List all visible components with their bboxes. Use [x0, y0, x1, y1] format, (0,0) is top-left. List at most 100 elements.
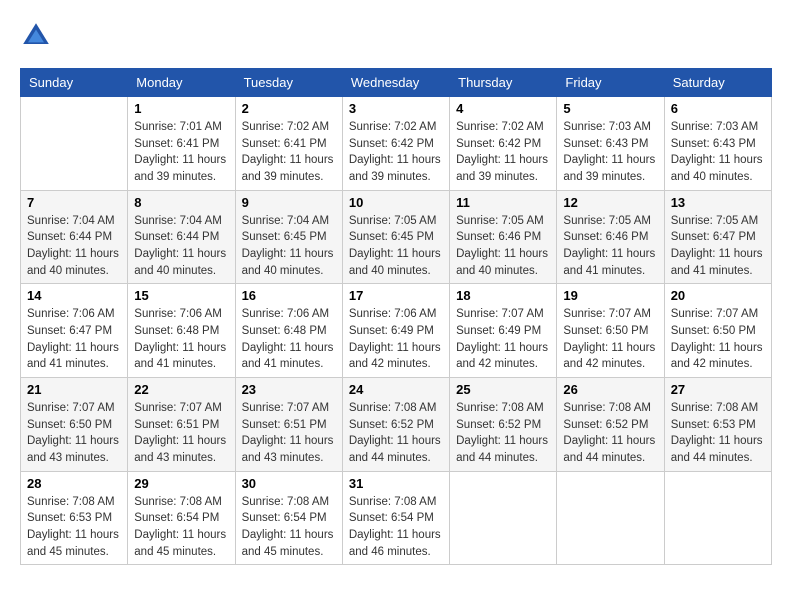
day-number: 25: [456, 382, 550, 397]
day-header-tuesday: Tuesday: [235, 69, 342, 97]
day-number: 27: [671, 382, 765, 397]
calendar-cell: [664, 471, 771, 565]
day-number: 31: [349, 476, 443, 491]
calendar-cell: 12 Sunrise: 7:05 AMSunset: 6:46 PMDayligh…: [557, 190, 664, 284]
day-header-monday: Monday: [128, 69, 235, 97]
calendar-cell: 21 Sunrise: 7:07 AMSunset: 6:50 PMDayligh…: [21, 378, 128, 472]
calendar-cell: 29 Sunrise: 7:08 AMSunset: 6:54 PMDayligh…: [128, 471, 235, 565]
day-info: Sunrise: 7:05 AMSunset: 6:46 PMDaylight:…: [563, 213, 657, 280]
calendar-cell: 2 Sunrise: 7:02 AMSunset: 6:41 PMDaylight…: [235, 97, 342, 191]
day-info: Sunrise: 7:06 AMSunset: 6:48 PMDaylight:…: [242, 306, 336, 373]
day-info: Sunrise: 7:08 AMSunset: 6:53 PMDaylight:…: [671, 400, 765, 467]
day-number: 15: [134, 288, 228, 303]
day-header-sunday: Sunday: [21, 69, 128, 97]
day-number: 20: [671, 288, 765, 303]
day-info: Sunrise: 7:03 AMSunset: 6:43 PMDaylight:…: [563, 119, 657, 186]
day-info: Sunrise: 7:03 AMSunset: 6:43 PMDaylight:…: [671, 119, 765, 186]
day-info: Sunrise: 7:05 AMSunset: 6:47 PMDaylight:…: [671, 213, 765, 280]
day-number: 17: [349, 288, 443, 303]
day-number: 4: [456, 101, 550, 116]
day-number: 30: [242, 476, 336, 491]
calendar-header-row: SundayMondayTuesdayWednesdayThursdayFrid…: [21, 69, 772, 97]
calendar-cell: [557, 471, 664, 565]
day-info: Sunrise: 7:05 AMSunset: 6:45 PMDaylight:…: [349, 213, 443, 280]
day-number: 21: [27, 382, 121, 397]
calendar-cell: 18 Sunrise: 7:07 AMSunset: 6:49 PMDayligh…: [450, 284, 557, 378]
calendar-cell: 24 Sunrise: 7:08 AMSunset: 6:52 PMDayligh…: [342, 378, 449, 472]
calendar-cell: 9Sunrise: 7:04 AMSunset: 6:45 PMDaylight…: [235, 190, 342, 284]
logo-icon: [20, 20, 52, 52]
day-info: Sunrise: 7:07 AMSunset: 6:49 PMDaylight:…: [456, 306, 550, 373]
day-info: Sunrise: 7:07 AMSunset: 6:50 PMDaylight:…: [27, 400, 121, 467]
calendar-table: SundayMondayTuesdayWednesdayThursdayFrid…: [20, 68, 772, 565]
day-number: 1: [134, 101, 228, 116]
day-number: 6: [671, 101, 765, 116]
day-number: 13: [671, 195, 765, 210]
day-number: 29: [134, 476, 228, 491]
day-info: Sunrise: 7:06 AMSunset: 6:49 PMDaylight:…: [349, 306, 443, 373]
day-number: 12: [563, 195, 657, 210]
day-info: Sunrise: 7:08 AMSunset: 6:54 PMDaylight:…: [242, 494, 336, 561]
day-number: 7: [27, 195, 121, 210]
day-info: Sunrise: 7:04 AMSunset: 6:44 PMDaylight:…: [27, 213, 121, 280]
calendar-cell: 11 Sunrise: 7:05 AMSunset: 6:46 PMDayligh…: [450, 190, 557, 284]
day-number: 28: [27, 476, 121, 491]
calendar-cell: 30 Sunrise: 7:08 AMSunset: 6:54 PMDayligh…: [235, 471, 342, 565]
day-info: Sunrise: 7:08 AMSunset: 6:52 PMDaylight:…: [456, 400, 550, 467]
day-number: 26: [563, 382, 657, 397]
calendar-cell: [21, 97, 128, 191]
calendar-cell: 15 Sunrise: 7:06 AMSunset: 6:48 PMDayligh…: [128, 284, 235, 378]
day-number: 24: [349, 382, 443, 397]
logo: [20, 20, 56, 52]
page-header: [20, 20, 772, 52]
day-header-wednesday: Wednesday: [342, 69, 449, 97]
day-info: Sunrise: 7:07 AMSunset: 6:50 PMDaylight:…: [671, 306, 765, 373]
day-info: Sunrise: 7:07 AMSunset: 6:51 PMDaylight:…: [134, 400, 228, 467]
day-header-saturday: Saturday: [664, 69, 771, 97]
day-info: Sunrise: 7:04 AMSunset: 6:45 PMDaylight:…: [242, 213, 336, 280]
day-header-friday: Friday: [557, 69, 664, 97]
calendar-cell: 16 Sunrise: 7:06 AMSunset: 6:48 PMDayligh…: [235, 284, 342, 378]
day-number: 23: [242, 382, 336, 397]
day-info: Sunrise: 7:05 AMSunset: 6:46 PMDaylight:…: [456, 213, 550, 280]
calendar-cell: 20 Sunrise: 7:07 AMSunset: 6:50 PMDayligh…: [664, 284, 771, 378]
day-info: Sunrise: 7:06 AMSunset: 6:48 PMDaylight:…: [134, 306, 228, 373]
day-number: 3: [349, 101, 443, 116]
day-info: Sunrise: 7:08 AMSunset: 6:52 PMDaylight:…: [349, 400, 443, 467]
day-number: 11: [456, 195, 550, 210]
day-info: Sunrise: 7:02 AMSunset: 6:42 PMDaylight:…: [349, 119, 443, 186]
calendar-cell: 17 Sunrise: 7:06 AMSunset: 6:49 PMDayligh…: [342, 284, 449, 378]
day-number: 2: [242, 101, 336, 116]
day-header-thursday: Thursday: [450, 69, 557, 97]
calendar-cell: 13 Sunrise: 7:05 AMSunset: 6:47 PMDayligh…: [664, 190, 771, 284]
day-info: Sunrise: 7:08 AMSunset: 6:52 PMDaylight:…: [563, 400, 657, 467]
calendar-cell: 27 Sunrise: 7:08 AMSunset: 6:53 PMDayligh…: [664, 378, 771, 472]
day-number: 16: [242, 288, 336, 303]
day-info: Sunrise: 7:07 AMSunset: 6:50 PMDaylight:…: [563, 306, 657, 373]
calendar-cell: 14 Sunrise: 7:06 AMSunset: 6:47 PMDayligh…: [21, 284, 128, 378]
calendar-cell: 7 Sunrise: 7:04 AMSunset: 6:44 PMDaylight…: [21, 190, 128, 284]
calendar-cell: 31Sunrise: 7:08 AMSunset: 6:54 PMDayligh…: [342, 471, 449, 565]
day-info: Sunrise: 7:04 AMSunset: 6:44 PMDaylight:…: [134, 213, 228, 280]
day-info: Sunrise: 7:08 AMSunset: 6:54 PMDaylight:…: [134, 494, 228, 561]
day-number: 19: [563, 288, 657, 303]
day-number: 18: [456, 288, 550, 303]
calendar-cell: 26 Sunrise: 7:08 AMSunset: 6:52 PMDayligh…: [557, 378, 664, 472]
day-info: Sunrise: 7:06 AMSunset: 6:47 PMDaylight:…: [27, 306, 121, 373]
day-info: Sunrise: 7:07 AMSunset: 6:51 PMDaylight:…: [242, 400, 336, 467]
calendar-cell: 25 Sunrise: 7:08 AMSunset: 6:52 PMDayligh…: [450, 378, 557, 472]
day-info: Sunrise: 7:01 AMSunset: 6:41 PMDaylight:…: [134, 119, 228, 186]
calendar-cell: [450, 471, 557, 565]
calendar-cell: 5Sunrise: 7:03 AMSunset: 6:43 PMDaylight…: [557, 97, 664, 191]
calendar-cell: 28Sunrise: 7:08 AMSunset: 6:53 PMDayligh…: [21, 471, 128, 565]
calendar-cell: 8Sunrise: 7:04 AMSunset: 6:44 PMDaylight…: [128, 190, 235, 284]
calendar-cell: 1 Sunrise: 7:01 AMSunset: 6:41 PMDaylight…: [128, 97, 235, 191]
day-info: Sunrise: 7:02 AMSunset: 6:41 PMDaylight:…: [242, 119, 336, 186]
day-info: Sunrise: 7:02 AMSunset: 6:42 PMDaylight:…: [456, 119, 550, 186]
calendar-cell: 19 Sunrise: 7:07 AMSunset: 6:50 PMDayligh…: [557, 284, 664, 378]
calendar-cell: 6 Sunrise: 7:03 AMSunset: 6:43 PMDaylight…: [664, 97, 771, 191]
day-number: 22: [134, 382, 228, 397]
day-number: 14: [27, 288, 121, 303]
calendar-cell: 10Sunrise: 7:05 AMSunset: 6:45 PMDayligh…: [342, 190, 449, 284]
calendar-cell: 23 Sunrise: 7:07 AMSunset: 6:51 PMDayligh…: [235, 378, 342, 472]
